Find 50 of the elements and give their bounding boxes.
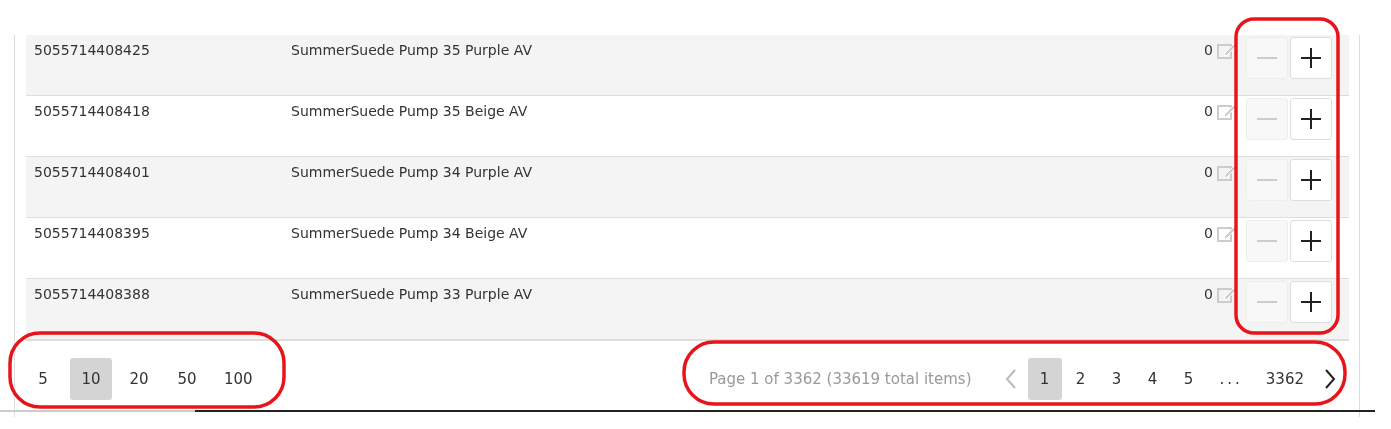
plus-icon — [1301, 48, 1321, 68]
ellipsis: ... — [1218, 368, 1244, 390]
increment-button[interactable] — [1290, 159, 1332, 201]
quantity-value: 0 — [1204, 163, 1213, 182]
barcode-cell-text: 5055714408388 — [33, 285, 151, 304]
minus-icon — [1257, 240, 1277, 242]
edit-icon[interactable] — [1217, 164, 1236, 181]
quantity-value: 0 — [1204, 224, 1213, 243]
page-size-button[interactable]: 100 — [214, 358, 263, 400]
page-button[interactable]: 2 — [1063, 358, 1098, 400]
plus-icon — [1301, 231, 1321, 251]
increment-button[interactable] — [1290, 220, 1332, 262]
page-button[interactable]: 3362 — [1256, 358, 1313, 400]
quantity-value: 0 — [1204, 285, 1213, 304]
pagination-summary: Page 1 of 3362 (33619 total items) — [708, 368, 972, 390]
minus-icon — [1257, 57, 1277, 59]
increment-button[interactable] — [1290, 37, 1332, 79]
product-name-cell-text: SummerSuede Pump 35 Beige AV — [290, 102, 529, 121]
page-size-button[interactable]: 10 — [70, 358, 112, 400]
minus-icon — [1257, 301, 1277, 303]
plus-icon — [1301, 109, 1321, 129]
chevron-right-icon — [1323, 368, 1337, 390]
edit-icon[interactable] — [1217, 42, 1236, 59]
page-size-button[interactable]: 20 — [118, 358, 160, 400]
edit-icon[interactable] — [1217, 103, 1236, 120]
increment-button[interactable] — [1290, 281, 1332, 323]
page-size-button[interactable]: 5 — [22, 358, 64, 400]
page-button[interactable]: 3 — [1099, 358, 1134, 400]
minus-icon — [1257, 179, 1277, 181]
plus-icon — [1301, 170, 1321, 190]
page-size-button[interactable]: 50 — [166, 358, 208, 400]
quantity-value: 0 — [1204, 41, 1213, 60]
page-button[interactable]: 1 — [1027, 358, 1062, 400]
page-button[interactable]: 4 — [1135, 358, 1170, 400]
barcode-cell-text: 5055714408425 — [33, 41, 151, 60]
edit-icon[interactable] — [1217, 225, 1236, 242]
minus-icon — [1257, 118, 1277, 120]
product-name-cell-text: SummerSuede Pump 33 Purple AV — [290, 285, 533, 304]
product-name-cell-text: SummerSuede Pump 34 Beige AV — [290, 224, 529, 243]
product-name-cell-text: SummerSuede Pump 34 Purple AV — [290, 163, 533, 182]
barcode-cell-text: 5055714408418 — [33, 102, 151, 121]
barcode-cell-text: 5055714408401 — [33, 163, 151, 182]
quantity-value: 0 — [1204, 102, 1213, 121]
chevron-left-icon — [1003, 368, 1018, 390]
page-button[interactable]: 5 — [1171, 358, 1206, 400]
edit-icon[interactable] — [1217, 286, 1236, 303]
product-name-cell-text: SummerSuede Pump 35 Purple AV — [290, 41, 533, 60]
barcode-cell-text: 5055714408395 — [33, 224, 151, 243]
plus-icon — [1301, 292, 1321, 312]
increment-button[interactable] — [1290, 98, 1332, 140]
